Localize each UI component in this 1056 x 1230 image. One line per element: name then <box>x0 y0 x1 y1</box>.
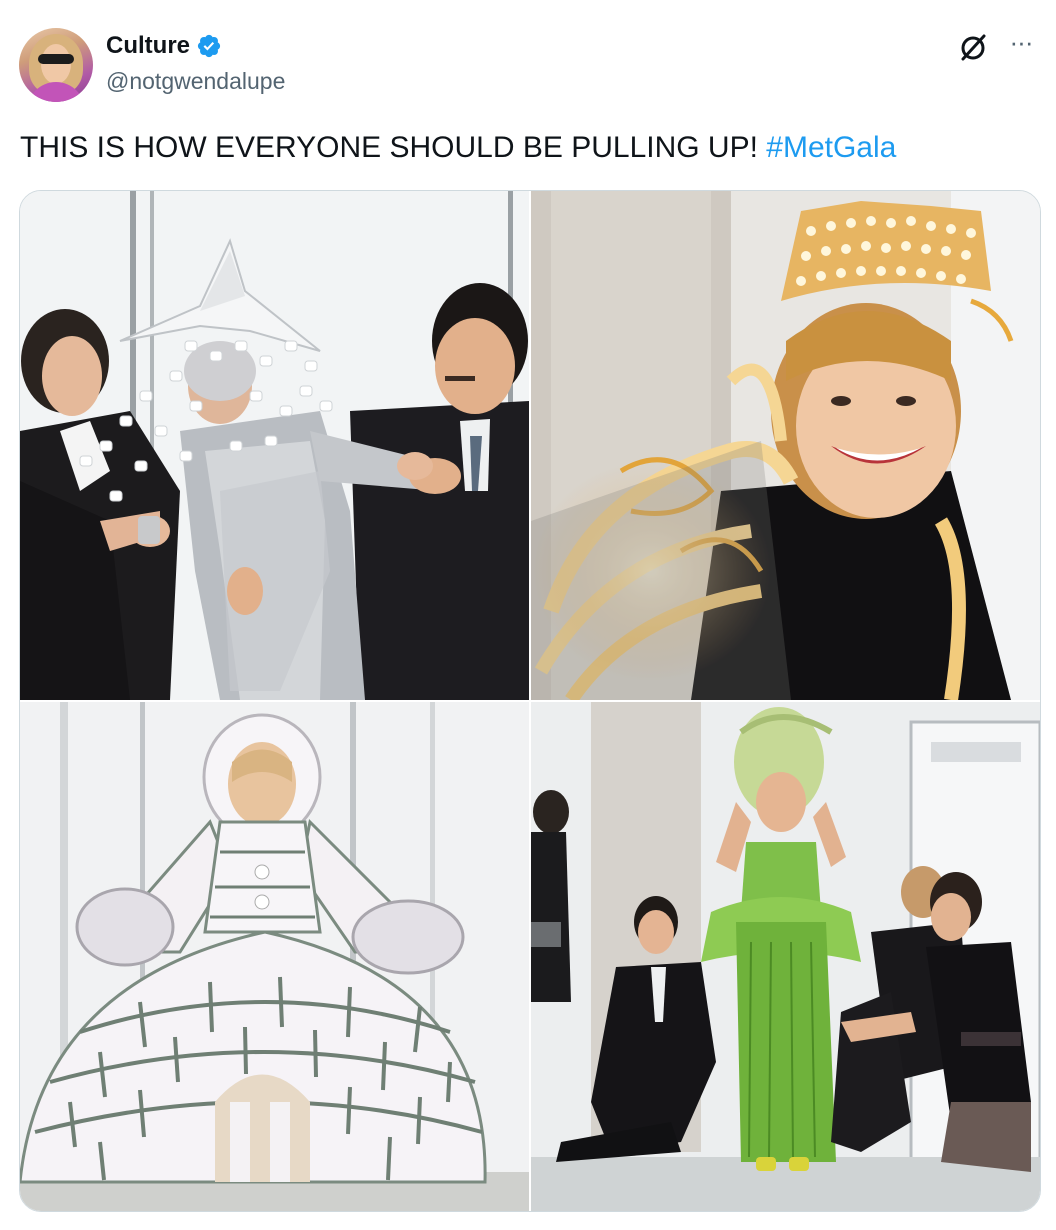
media-grid <box>19 190 1041 1212</box>
verified-badge-icon[interactable] <box>196 33 222 59</box>
profile-avatar[interactable] <box>19 28 93 102</box>
green-gown-photo[interactable] <box>531 702 1040 1211</box>
more-options-icon[interactable]: ··· <box>1004 29 1038 64</box>
silver-dress-photo[interactable] <box>20 191 529 700</box>
grok-icon[interactable] <box>955 30 991 66</box>
tweet-text: THIS IS HOW EVERYONE SHOULD BE PULLING U… <box>20 128 896 168</box>
igloo-dress-photo[interactable] <box>20 702 529 1211</box>
hashtag-link[interactable]: #MetGala <box>766 131 896 164</box>
author-handle[interactable]: @notgwendalupe <box>106 68 285 95</box>
author-display-name[interactable]: Culture <box>106 32 190 60</box>
tweet-card: Culture @notgwendalupe ··· THIS IS HOW E… <box>0 0 1056 1230</box>
light-crown-photo[interactable] <box>531 191 1040 700</box>
tweet-body: THIS IS HOW EVERYONE SHOULD BE PULLING U… <box>20 131 767 164</box>
author-name-row: Culture <box>106 30 222 62</box>
